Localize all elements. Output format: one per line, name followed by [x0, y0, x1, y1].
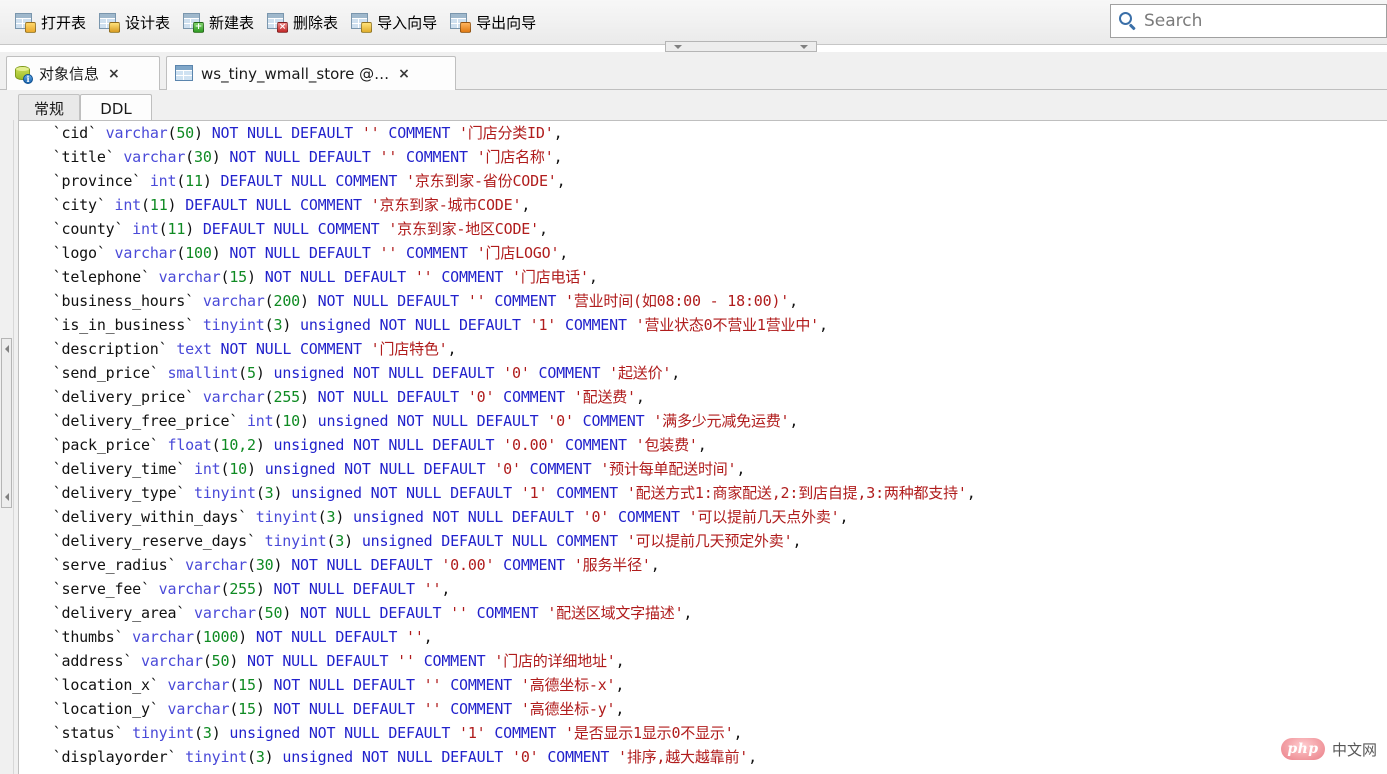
search-input[interactable]: Search — [1110, 4, 1387, 38]
tab-ws-tiny-wmall-store-label: ws_tiny_wmall_store @… — [201, 65, 389, 83]
tab-object-info[interactable]: i 对象信息 × — [6, 56, 160, 90]
ddl-line: `city` int(11) DEFAULT NULL COMMENT '京东到… — [35, 193, 976, 217]
tab-object-info-close-icon[interactable]: × — [108, 67, 120, 81]
ddl-line: `thumbs` varchar(1000) NOT NULL DEFAULT … — [35, 625, 976, 649]
ddl-line: `status` tinyint(3) unsigned NOT NULL DE… — [35, 721, 976, 745]
import-wizard-icon — [350, 12, 372, 32]
design-table-icon — [98, 12, 120, 32]
import-wizard-button[interactable]: 导入向导 — [346, 5, 445, 39]
new-table-icon: + — [182, 12, 204, 32]
delete-table-label: 删除表 — [293, 12, 338, 33]
tab-ws-tiny-wmall-store-close-icon[interactable]: × — [398, 67, 410, 81]
chevron-left-icon-bottom — [5, 493, 9, 501]
export-wizard-label: 导出向导 — [476, 12, 536, 33]
watermark-text: 中文网 — [1332, 739, 1377, 760]
new-table-label: 新建表 — [209, 12, 254, 33]
tab-ws-tiny-wmall-store[interactable]: ws_tiny_wmall_store @… × — [166, 56, 456, 90]
ddl-line: `title` varchar(30) NOT NULL DEFAULT '' … — [35, 145, 976, 169]
search-icon — [1119, 12, 1137, 30]
ddl-line: `delivery_time` int(10) unsigned NOT NUL… — [35, 457, 976, 481]
ddl-line: `cid` varchar(50) NOT NULL DEFAULT '' CO… — [35, 121, 976, 145]
ddl-line: `location_y` varchar(15) NOT NULL DEFAUL… — [35, 697, 976, 721]
new-table-button[interactable]: + 新建表 — [178, 5, 262, 39]
main-toolbar: 打开表 设计表 + 新建表 × 删除表 — [0, 0, 1387, 45]
ddl-line: `displayorder` tinyint(3) unsigned NOT N… — [35, 745, 976, 769]
delete-table-button[interactable]: × 删除表 — [262, 5, 346, 39]
ddl-line: `delivery_area` varchar(50) NOT NULL DEF… — [35, 601, 976, 625]
design-table-label: 设计表 — [125, 12, 170, 33]
ddl-line: `is_in_business` tinyint(3) unsigned NOT… — [35, 313, 976, 337]
tab-object-info-label: 对象信息 — [39, 63, 99, 84]
import-wizard-label: 导入向导 — [377, 12, 437, 33]
detail-tab-bar: 常规 DDL — [0, 90, 1387, 122]
chevron-down-icon-right — [800, 45, 808, 49]
ddl-code-text: `cid` varchar(50) NOT NULL DEFAULT '' CO… — [35, 121, 976, 769]
search-input-value: Search — [1144, 11, 1202, 31]
php-logo-icon: php — [1281, 738, 1325, 760]
design-table-button[interactable]: 设计表 — [94, 5, 178, 39]
ddl-line: `serve_radius` varchar(30) NOT NULL DEFA… — [35, 553, 976, 577]
ddl-line: `delivery_type` tinyint(3) unsigned NOT … — [35, 481, 976, 505]
ddl-line: `county` int(11) DEFAULT NULL COMMENT '京… — [35, 217, 976, 241]
ddl-line: `delivery_reserve_days` tinyint(3) unsig… — [35, 529, 976, 553]
delete-table-icon: × — [266, 12, 288, 32]
vertical-splitter-handle[interactable] — [1, 338, 12, 508]
gutter-divider — [13, 120, 14, 774]
open-table-label: 打开表 — [41, 12, 86, 33]
ddl-line: `location_x` varchar(15) NOT NULL DEFAUL… — [35, 673, 976, 697]
open-table-button[interactable]: 打开表 — [10, 5, 94, 39]
tab-ddl[interactable]: DDL — [80, 94, 152, 122]
database-info-icon: i — [15, 65, 32, 83]
toolbar-button-group: 打开表 设计表 + 新建表 × 删除表 — [10, 5, 544, 39]
ddl-line: `delivery_price` varchar(255) NOT NULL D… — [35, 385, 976, 409]
tab-general[interactable]: 常规 — [18, 94, 80, 122]
ddl-line: `logo` varchar(100) NOT NULL DEFAULT '' … — [35, 241, 976, 265]
export-wizard-icon — [449, 12, 471, 32]
ddl-line: `pack_price` float(10,2) unsigned NOT NU… — [35, 433, 976, 457]
ddl-line: `description` text NOT NULL COMMENT '门店特… — [35, 337, 976, 361]
document-tab-bar: i 对象信息 × ws_tiny_wmall_store @… × — [0, 52, 1387, 90]
table-icon — [175, 65, 194, 82]
ddl-line: `business_hours` varchar(200) NOT NULL D… — [35, 289, 976, 313]
ddl-line: `province` int(11) DEFAULT NULL COMMENT … — [35, 169, 976, 193]
chevron-down-icon-left — [674, 45, 682, 49]
open-table-icon — [14, 12, 36, 32]
ddl-line: `delivery_within_days` tinyint(3) unsign… — [35, 505, 976, 529]
horizontal-splitter-handle[interactable] — [665, 41, 817, 52]
export-wizard-button[interactable]: 导出向导 — [445, 5, 544, 39]
ddl-line: `address` varchar(50) NOT NULL DEFAULT '… — [35, 649, 976, 673]
ddl-line: `telephone` varchar(15) NOT NULL DEFAULT… — [35, 265, 976, 289]
chevron-left-icon-top — [5, 345, 9, 353]
ddl-code-panel[interactable]: `cid` varchar(50) NOT NULL DEFAULT '' CO… — [18, 120, 1387, 774]
ddl-line: `send_price` smallint(5) unsigned NOT NU… — [35, 361, 976, 385]
ddl-line: `delivery_free_price` int(10) unsigned N… — [35, 409, 976, 433]
watermark: php 中文网 — [1281, 738, 1377, 760]
ddl-line: `serve_fee` varchar(255) NOT NULL DEFAUL… — [35, 577, 976, 601]
